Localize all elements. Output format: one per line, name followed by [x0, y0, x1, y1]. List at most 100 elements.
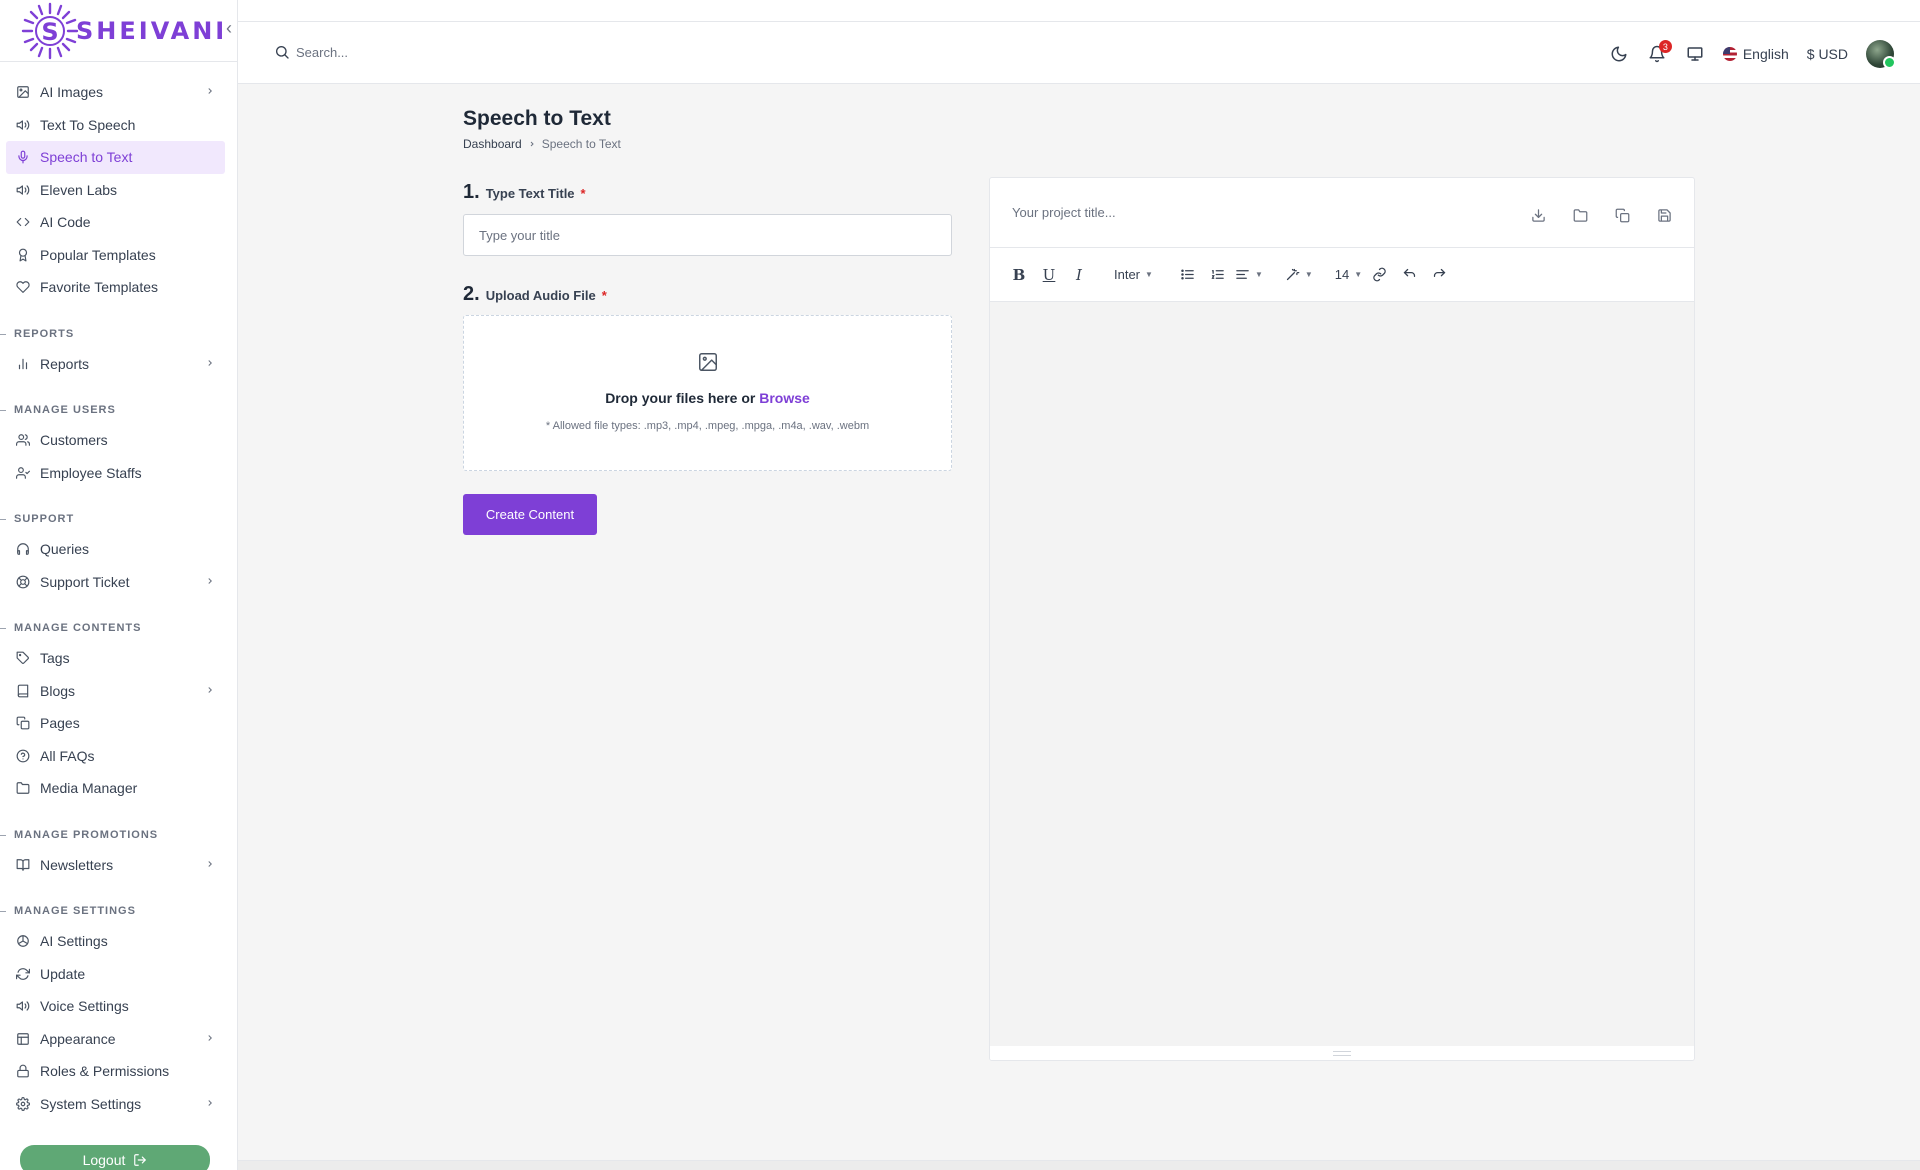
- sidebar-item-ai-settings[interactable]: AI Settings: [6, 925, 225, 958]
- search-box[interactable]: Search...: [274, 44, 348, 60]
- align-left-icon: [1236, 270, 1249, 279]
- sidebar-item-support-ticket[interactable]: Support Ticket: [6, 566, 225, 599]
- audio-dropzone[interactable]: Drop your files here or Browse * Allowed…: [463, 315, 952, 471]
- sidebar-item-ai-code[interactable]: AI Code: [6, 206, 225, 239]
- sidebar-item-eleven-labs[interactable]: Eleven Labs: [6, 174, 225, 207]
- language-label: English: [1742, 46, 1789, 62]
- chevron-right-icon: [208, 577, 212, 584]
- page-title: Speech to Text: [463, 107, 611, 130]
- step2-label: 2. Upload Audio File *: [463, 283, 607, 306]
- sidebar-item-label: Appearance: [40, 1030, 116, 1047]
- sidebar-item-label: Reports: [40, 355, 90, 372]
- sidebar-item-popular-templates[interactable]: Popular Templates: [6, 239, 225, 272]
- sidebar-item-blogs[interactable]: Blogs: [6, 675, 225, 708]
- download-button[interactable]: [1520, 200, 1556, 230]
- folder-icon: [1573, 208, 1587, 222]
- refresh-icon: [16, 967, 30, 981]
- save-button[interactable]: [1646, 200, 1682, 230]
- project-title-input[interactable]: Your project title...: [1012, 205, 1116, 220]
- redo-button[interactable]: [1426, 262, 1452, 288]
- sidebar-item-label: AI Settings: [40, 933, 108, 950]
- bullet-list-button[interactable]: [1175, 262, 1201, 288]
- sidebar-item-update[interactable]: Update: [6, 958, 225, 991]
- collapse-sidebar-icon[interactable]: ‹: [219, 18, 237, 38]
- font-family-dropdown[interactable]: Inter ▼: [1114, 262, 1153, 288]
- bold-button[interactable]: B: [1006, 262, 1032, 288]
- sidebar-item-text-to-speech[interactable]: Text To Speech: [6, 109, 225, 142]
- caret-down-icon: ▼: [1254, 270, 1263, 279]
- bar-chart-icon: [16, 357, 30, 371]
- sidebar-item-tags[interactable]: Tags: [6, 642, 225, 675]
- breadcrumb-current: Speech to Text: [541, 137, 621, 151]
- sidebar-item-label: System Settings: [40, 1095, 142, 1112]
- italic-button[interactable]: I: [1066, 262, 1092, 288]
- sidebar-item-customers[interactable]: Customers: [6, 424, 225, 457]
- editor-content-area[interactable]: [990, 302, 1694, 1046]
- ai-magic-dropdown[interactable]: ▼: [1285, 262, 1313, 288]
- moon-icon: [1611, 46, 1627, 62]
- folder-button[interactable]: [1562, 200, 1598, 230]
- undo-button[interactable]: [1396, 262, 1422, 288]
- sidebar-item-newsletters[interactable]: Newsletters: [6, 849, 225, 882]
- step2-number: 2.: [463, 283, 480, 305]
- allowed-file-types: * Allowed file types: .mp3, .mp4, .mpeg,…: [545, 420, 870, 432]
- underline-button[interactable]: U: [1036, 262, 1062, 288]
- editor-actions: [1520, 200, 1682, 230]
- create-content-button[interactable]: Create Content: [463, 494, 597, 535]
- sidebar-item-label: Roles & Permissions: [40, 1063, 170, 1080]
- download-icon: [1531, 208, 1545, 222]
- step1-label: 1. Type Text Title *: [463, 181, 586, 204]
- language-selector[interactable]: English: [1722, 46, 1789, 62]
- section-title-support: SUPPORT: [0, 497, 237, 533]
- dark-mode-toggle[interactable]: [1609, 44, 1629, 64]
- sidebar-item-queries[interactable]: Queries: [6, 533, 225, 566]
- brand-name: SHEIVANI: [76, 16, 228, 45]
- sidebar-item-label: Eleven Labs: [40, 181, 118, 198]
- section-title-manage-settings: MANAGE SETTINGS: [0, 889, 237, 925]
- brand-logo[interactable]: S SHEIVANI ‹: [0, 0, 237, 62]
- step1-text: Type Text Title: [485, 186, 575, 201]
- text-editor: Your project title... B U I Inter ▼ ▼ ▼ …: [989, 177, 1695, 1061]
- logo-mark-icon: S: [20, 1, 82, 61]
- currency-selector[interactable]: $ USD: [1807, 46, 1848, 62]
- sidebar-item-pages[interactable]: Pages: [6, 707, 225, 740]
- sidebar-item-employee-staffs[interactable]: Employee Staffs: [6, 457, 225, 490]
- breadcrumb-dashboard-link[interactable]: Dashboard: [463, 137, 522, 151]
- microphone-icon: [16, 150, 30, 164]
- chevron-right-icon: [208, 686, 212, 693]
- monitor-icon: [1687, 47, 1703, 61]
- sidebar-item-appearance[interactable]: Appearance: [6, 1023, 225, 1056]
- svg-text:S: S: [41, 18, 58, 46]
- editor-resize-handle[interactable]: [990, 1046, 1694, 1060]
- copy-button[interactable]: [1604, 200, 1640, 230]
- required-mark: *: [580, 186, 586, 201]
- logout-button[interactable]: Logout: [20, 1145, 210, 1170]
- editor-header: Your project title...: [990, 178, 1694, 248]
- chevron-right-icon: [530, 141, 534, 147]
- visit-site-button[interactable]: [1685, 44, 1705, 64]
- sidebar-item-label: Customers: [40, 432, 108, 449]
- sidebar-item-voice-settings[interactable]: Voice Settings: [6, 990, 225, 1023]
- title-input[interactable]: [463, 214, 952, 256]
- award-icon: [16, 248, 30, 262]
- sidebar-item-roles-and-permissions[interactable]: Roles & Permissions: [6, 1055, 225, 1088]
- sidebar-item-reports[interactable]: Reports: [6, 348, 225, 381]
- sidebar-item-media-manager[interactable]: Media Manager: [6, 772, 225, 805]
- caret-down-icon: ▼: [1304, 270, 1313, 279]
- notifications-button[interactable]: 3: [1647, 40, 1672, 64]
- link-button[interactable]: [1366, 262, 1392, 288]
- header-actions: 3 English $ USD: [1609, 40, 1896, 69]
- sidebar-item-all-faqs[interactable]: All FAQs: [6, 740, 225, 773]
- sidebar-item-ai-images[interactable]: AI Images: [6, 76, 225, 109]
- sidebar-item-favorite-templates[interactable]: Favorite Templates: [6, 271, 225, 304]
- users-icon: [16, 433, 30, 447]
- logout-label: Logout: [82, 1152, 126, 1168]
- numbered-list-button[interactable]: [1205, 262, 1231, 288]
- sidebar-item-system-settings[interactable]: System Settings: [6, 1088, 225, 1121]
- sidebar-item-speech-to-text[interactable]: Speech to Text: [6, 141, 225, 174]
- headphones-icon: [16, 542, 30, 556]
- font-size-dropdown[interactable]: 14 ▼: [1335, 262, 1362, 288]
- align-dropdown[interactable]: ▼: [1235, 262, 1263, 288]
- browse-link[interactable]: Browse: [759, 390, 810, 406]
- user-avatar[interactable]: [1866, 40, 1896, 69]
